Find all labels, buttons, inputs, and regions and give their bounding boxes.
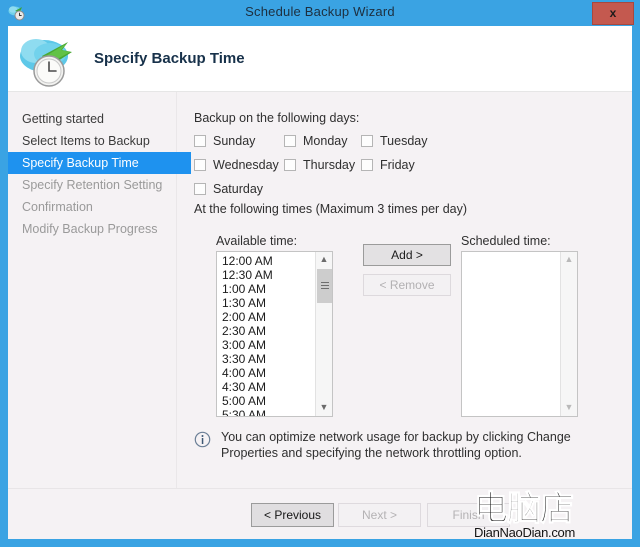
available-time-list[interactable]: 12:00 AM 12:30 AM 1:00 AM 1:30 AM 2:00 A… [216,251,333,417]
watermark-en-rest: .com [548,525,576,540]
list-item[interactable]: 5:30 AM [220,408,315,416]
list-item[interactable]: 12:00 AM [220,254,315,268]
scrollbar-thumb[interactable] [317,269,332,303]
checkbox-box[interactable] [284,159,296,171]
sidebar-item-select-items[interactable]: Select Items to Backup [8,130,176,152]
scheduled-time-items[interactable] [462,252,560,416]
checkbox-label: Wednesday [213,158,279,172]
checkbox-label: Tuesday [380,134,428,148]
list-item[interactable]: 4:00 AM [220,366,315,380]
available-time-scrollbar[interactable]: ▲ ▼ [315,252,332,416]
checkbox-label: Monday [303,134,348,148]
info-circle-icon [194,431,211,448]
sidebar-item-label: Specify Retention Setting [22,178,163,192]
checkbox-friday[interactable]: Friday [361,158,415,172]
scroll-up-icon[interactable]: ▲ [316,252,332,268]
days-label: Backup on the following days: [194,111,360,125]
list-item[interactable]: 4:30 AM [220,380,315,394]
sidebar-item-label: Select Items to Backup [22,134,150,148]
sidebar-item-getting-started[interactable]: Getting started [8,108,176,130]
add-button[interactable]: Add > [363,244,451,266]
checkbox-label: Sunday [213,134,256,148]
checkbox-label: Friday [380,158,415,172]
sidebar-item-label: Getting started [22,112,104,126]
scheduled-time-label: Scheduled time: [461,234,551,248]
title-bar: Schedule Backup Wizard x [0,0,640,26]
list-item[interactable]: 2:00 AM [220,310,315,324]
window-title: Schedule Backup Wizard [245,4,395,19]
remove-button: < Remove [363,274,451,296]
list-item[interactable]: 5:00 AM [220,394,315,408]
sidebar-item-label: Modify Backup Progress [22,222,158,236]
sidebar-item-modify-backup-progress[interactable]: Modify Backup Progress [8,218,176,240]
wizard-header: Specify Backup Time [8,26,632,92]
list-item[interactable]: 3:00 AM [220,338,315,352]
checkbox-box[interactable] [194,135,206,147]
checkbox-box[interactable] [284,135,296,147]
sidebar-item-specify-retention[interactable]: Specify Retention Setting [8,174,176,196]
wizard-window: Schedule Backup Wizard x Specify Backup … [0,0,640,547]
checkbox-box[interactable] [361,159,373,171]
checkbox-label: Thursday [303,158,356,172]
scrollbar-grip-icon [321,282,329,290]
available-time-label: Available time: [216,234,298,248]
wizard-steps-sidebar: Getting started Select Items to Backup S… [8,92,191,539]
next-button: Next > [338,503,421,527]
checkbox-box[interactable] [194,183,206,195]
checkbox-wednesday[interactable]: Wednesday [194,158,279,172]
scroll-down-icon[interactable]: ▼ [316,400,332,416]
watermark-cn: 电脑店 [474,489,575,529]
watermark: 电脑店 DianNaoDian.com [474,492,640,547]
close-button[interactable]: x [592,2,634,25]
cloud-clock-backup-icon [16,30,82,90]
previous-button[interactable]: < Previous [251,503,334,527]
scheduled-time-scrollbar[interactable]: ▲ ▼ [560,252,577,416]
info-text: You can optimize network usage for backu… [221,430,571,460]
checkbox-box[interactable] [194,159,206,171]
wizard-content: Backup on the following days: Sunday Mon… [184,92,632,539]
checkbox-monday[interactable]: Monday [284,134,347,148]
list-item[interactable]: 1:00 AM [220,282,315,296]
checkbox-box[interactable] [361,135,373,147]
available-time-items[interactable]: 12:00 AM 12:30 AM 1:00 AM 1:30 AM 2:00 A… [217,252,315,416]
checkbox-saturday[interactable]: Saturday [194,182,263,196]
scheduled-time-list[interactable]: ▲ ▼ [461,251,578,417]
page-title: Specify Backup Time [94,50,245,67]
sidebar-item-label: Specify Backup Time [22,156,139,170]
list-item[interactable]: 12:30 AM [220,268,315,282]
sidebar-item-label: Confirmation [22,200,93,214]
list-item[interactable]: 1:30 AM [220,296,315,310]
checkbox-label: Saturday [213,182,264,196]
sidebar-item-specify-backup-time[interactable]: Specify Backup Time [8,152,191,174]
wizard-body: Getting started Select Items to Backup S… [8,92,632,539]
list-item[interactable]: 3:30 AM [220,352,315,366]
checkbox-tuesday[interactable]: Tuesday [361,134,427,148]
sidebar-item-confirmation[interactable]: Confirmation [8,196,176,218]
list-item[interactable]: 2:30 AM [220,324,315,338]
checkbox-sunday[interactable]: Sunday [194,134,255,148]
scroll-up-icon: ▲ [564,254,574,264]
scroll-down-icon: ▼ [564,402,574,412]
watermark-en: DianNaoDian.com [474,525,640,540]
times-label: At the following times (Maximum 3 times … [194,202,468,216]
checkbox-thursday[interactable]: Thursday [284,158,355,172]
watermark-en-bold: DianNaoDian [474,525,549,540]
